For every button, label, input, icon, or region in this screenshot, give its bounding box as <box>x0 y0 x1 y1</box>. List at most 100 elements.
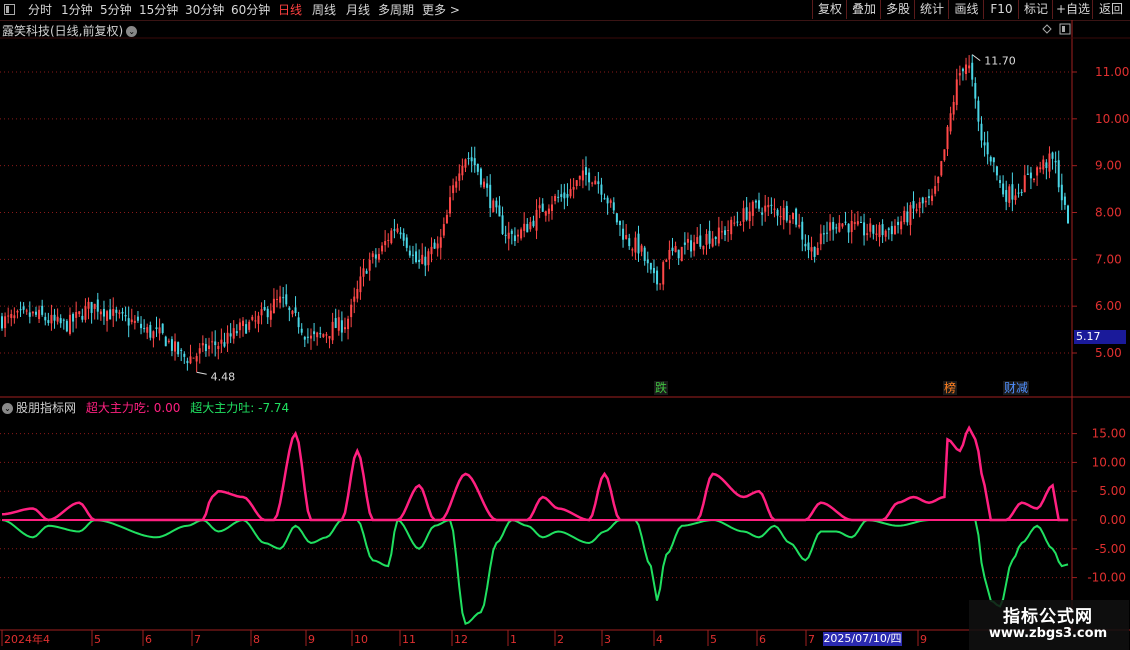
candle-body <box>433 242 436 249</box>
candle-body <box>1067 205 1069 224</box>
candle-body <box>492 200 495 213</box>
candle-body <box>504 234 507 236</box>
candle-body <box>569 189 572 197</box>
candle-body <box>804 243 807 247</box>
candle-body <box>421 254 424 264</box>
candle-body <box>102 308 105 317</box>
candle-body <box>177 342 180 355</box>
chart-canvas[interactable]: 11.0010.009.008.007.006.005.0015.0010.00… <box>0 0 1130 650</box>
candle-body <box>418 259 421 262</box>
candle-body <box>727 229 730 231</box>
x-tick-label: 8 <box>253 633 260 646</box>
candle-body <box>84 306 87 320</box>
candle-body <box>347 318 350 330</box>
candle-body <box>615 213 618 223</box>
candle-body <box>717 227 720 244</box>
candle-body <box>204 343 207 352</box>
candle-body <box>946 126 949 150</box>
x-tick-label: 9 <box>920 633 927 646</box>
indicator-tick-label: -10.00 <box>1087 571 1126 585</box>
candle-body <box>251 316 254 320</box>
candle-body <box>640 245 643 252</box>
candle-body <box>748 211 751 222</box>
candle-body <box>961 68 964 72</box>
watermark-url: www.zbgs3.com <box>988 626 1108 641</box>
indicator-tick-label: 10.00 <box>1092 455 1126 469</box>
candle-body <box>1042 159 1045 170</box>
candle-body <box>832 221 835 230</box>
candle-body <box>940 161 943 176</box>
candle-body <box>390 230 393 244</box>
candle-body <box>535 209 538 231</box>
candle-body <box>452 185 455 194</box>
low-label: 4.48 <box>211 370 236 383</box>
candle-body <box>78 311 81 315</box>
candle-body <box>269 310 272 320</box>
candle-body <box>872 225 875 234</box>
candle-body <box>770 204 773 206</box>
candle-body <box>87 301 90 309</box>
candle-body <box>99 311 102 315</box>
candle-body <box>863 222 866 236</box>
candle-body <box>266 308 269 318</box>
candle-body <box>625 235 628 239</box>
candle-body <box>1020 191 1023 193</box>
candle-body <box>643 247 646 261</box>
candle-body <box>662 262 665 285</box>
candle-body <box>686 238 689 243</box>
candle-body <box>1014 195 1017 201</box>
candle-body <box>810 247 813 252</box>
x-tick-label: 6 <box>759 633 766 646</box>
candle-body <box>1002 183 1005 195</box>
candle-body <box>133 320 136 323</box>
candle-body <box>699 235 702 247</box>
candle-body <box>853 222 856 224</box>
high-label: 11.70 <box>984 55 1016 68</box>
candle-body <box>909 205 912 226</box>
candle-body <box>399 232 402 235</box>
candle-body <box>921 197 924 204</box>
candle-body <box>427 251 430 266</box>
diamond-icon[interactable] <box>1042 24 1052 34</box>
candle-body <box>183 353 186 357</box>
candle-body <box>322 334 325 338</box>
candle-body <box>53 314 56 321</box>
x-tick-label: 4 <box>656 633 663 646</box>
candle-body <box>646 259 649 264</box>
candle-body <box>1008 186 1011 203</box>
candle-body <box>476 163 479 172</box>
candle-body <box>807 242 810 250</box>
candle-body <box>81 315 84 320</box>
candle-body <box>822 233 825 235</box>
candle-body <box>38 309 41 319</box>
watermark: 指标公式网 www.zbgs3.com <box>965 600 1130 650</box>
candle-body <box>693 242 696 251</box>
candle-body <box>1039 167 1042 170</box>
event-marker: 榜 <box>944 380 956 395</box>
candle-body <box>217 345 220 349</box>
candle-body <box>584 167 587 175</box>
x-tick-label: 7 <box>194 633 201 646</box>
candle-body <box>337 317 340 331</box>
candle-body <box>235 331 238 334</box>
candle-body <box>275 299 278 301</box>
candle-body <box>1017 192 1020 194</box>
candle-body <box>547 208 550 214</box>
candle-body <box>424 256 427 266</box>
candle-body <box>405 237 408 248</box>
candle-body <box>19 309 22 311</box>
candle-body <box>659 283 662 285</box>
candle-body <box>801 221 804 240</box>
candle-body <box>1048 153 1051 172</box>
candle-body <box>248 321 251 330</box>
candle-body <box>109 309 112 320</box>
candle-body <box>510 230 513 234</box>
candle-body <box>16 310 19 313</box>
candle-body <box>758 200 761 209</box>
candle-body <box>764 205 767 212</box>
candle-body <box>161 323 164 334</box>
candle-body <box>517 234 520 237</box>
candle-body <box>467 158 470 160</box>
candle-body <box>96 299 99 312</box>
candle-body <box>136 316 139 321</box>
